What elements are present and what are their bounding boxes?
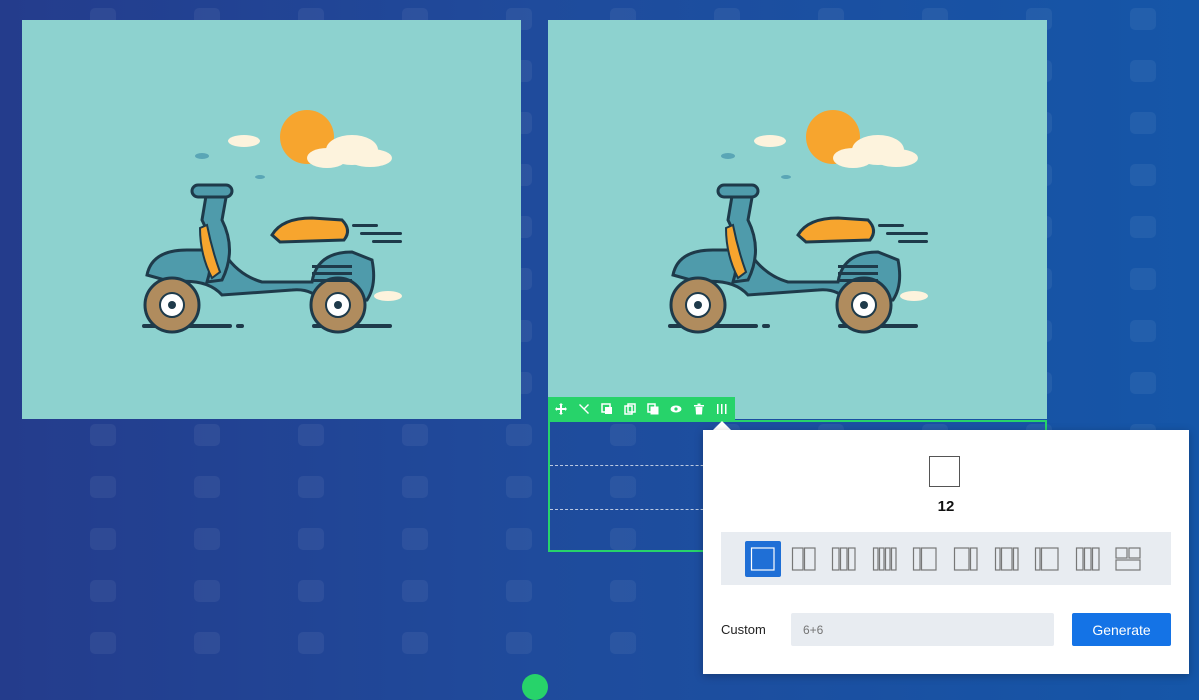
background-glyph-icon [506,632,532,654]
image-scooter-left[interactable] [22,20,521,419]
background-glyph-icon [506,476,532,498]
custom-label: Custom [721,622,766,637]
background-glyph-icon [90,580,116,602]
background-glyph-icon [1130,164,1156,186]
layout-grid-icon [1115,546,1141,571]
background-glyph-icon [1130,268,1156,290]
copy-icon[interactable] [598,400,616,418]
background-glyph-icon [402,580,428,602]
background-glyph-icon [194,424,220,446]
layout-grid-icon [1035,546,1059,571]
columns-icon[interactable] [713,400,731,418]
layout-grid-icon [953,546,978,571]
layout-option-4-8[interactable] [907,541,943,577]
background-glyph-icon [1130,60,1156,82]
element-toolbar [548,397,735,420]
background-glyph-icon [1130,372,1156,394]
background-glyph-icon [402,476,428,498]
background-glyph-icon [506,580,532,602]
layout-preview-icon [929,456,960,487]
layout-option-6-6[interactable] [786,541,822,577]
background-glyph-icon [298,424,324,446]
add-section-handle[interactable] [522,674,548,700]
layout-option-3-3-3-3[interactable] [867,541,903,577]
layout-grid-icon [791,546,816,571]
background-glyph-icon [506,424,532,446]
background-glyph-icon [506,528,532,550]
background-glyph-icon [298,476,324,498]
layout-option-2x2[interactable] [1110,541,1146,577]
layout-option-3-6-3[interactable] [989,541,1025,577]
background-glyph-icon [402,528,428,550]
scooter-illustration [142,110,402,334]
custom-layout-input[interactable] [791,613,1054,646]
background-glyph-icon [194,580,220,602]
paste-icon[interactable] [644,400,662,418]
background-glyph-icon [90,528,116,550]
background-glyph-icon [298,580,324,602]
move-icon[interactable] [552,400,570,418]
background-glyph-icon [90,632,116,654]
layout-grid-icon [913,546,937,571]
background-glyph-icon [1130,320,1156,342]
layout-grid-icon [832,546,856,571]
generate-button[interactable]: Generate [1072,613,1171,646]
image-scooter-right[interactable] [548,20,1047,419]
background-glyph-icon [194,632,220,654]
background-glyph-icon [402,424,428,446]
layout-options-bar [721,532,1171,585]
background-glyph-icon [298,528,324,550]
visibility-icon[interactable] [667,400,685,418]
background-glyph-icon [90,424,116,446]
background-glyph-icon [194,528,220,550]
layout-grid-icon [750,546,775,571]
layout-option-custom-grid[interactable] [1070,541,1106,577]
background-glyph-icon [610,632,636,654]
background-glyph-icon [194,476,220,498]
background-glyph-icon [402,632,428,654]
background-glyph-icon [610,580,636,602]
background-glyph-icon [90,476,116,498]
layout-preview-label: 12 [937,498,955,515]
background-glyph-icon [298,632,324,654]
layout-option-4-4-4[interactable] [826,541,862,577]
layout-option-2-10[interactable] [1029,541,1065,577]
layout-grid-icon [1075,546,1100,571]
layout-option-12[interactable] [745,540,781,577]
layout-grid-icon [994,546,1019,571]
background-glyph-icon [1130,216,1156,238]
background-glyph-icon [1130,8,1156,30]
scooter-illustration [668,110,928,334]
tools-icon[interactable] [575,400,593,418]
background-glyph-icon [1130,112,1156,134]
layout-option-8-4[interactable] [948,541,984,577]
trash-icon[interactable] [690,400,708,418]
layout-grid-icon [872,546,897,571]
duplicate-icon[interactable] [621,400,639,418]
grid-layout-popup: 12 Custom Generate [703,430,1189,674]
